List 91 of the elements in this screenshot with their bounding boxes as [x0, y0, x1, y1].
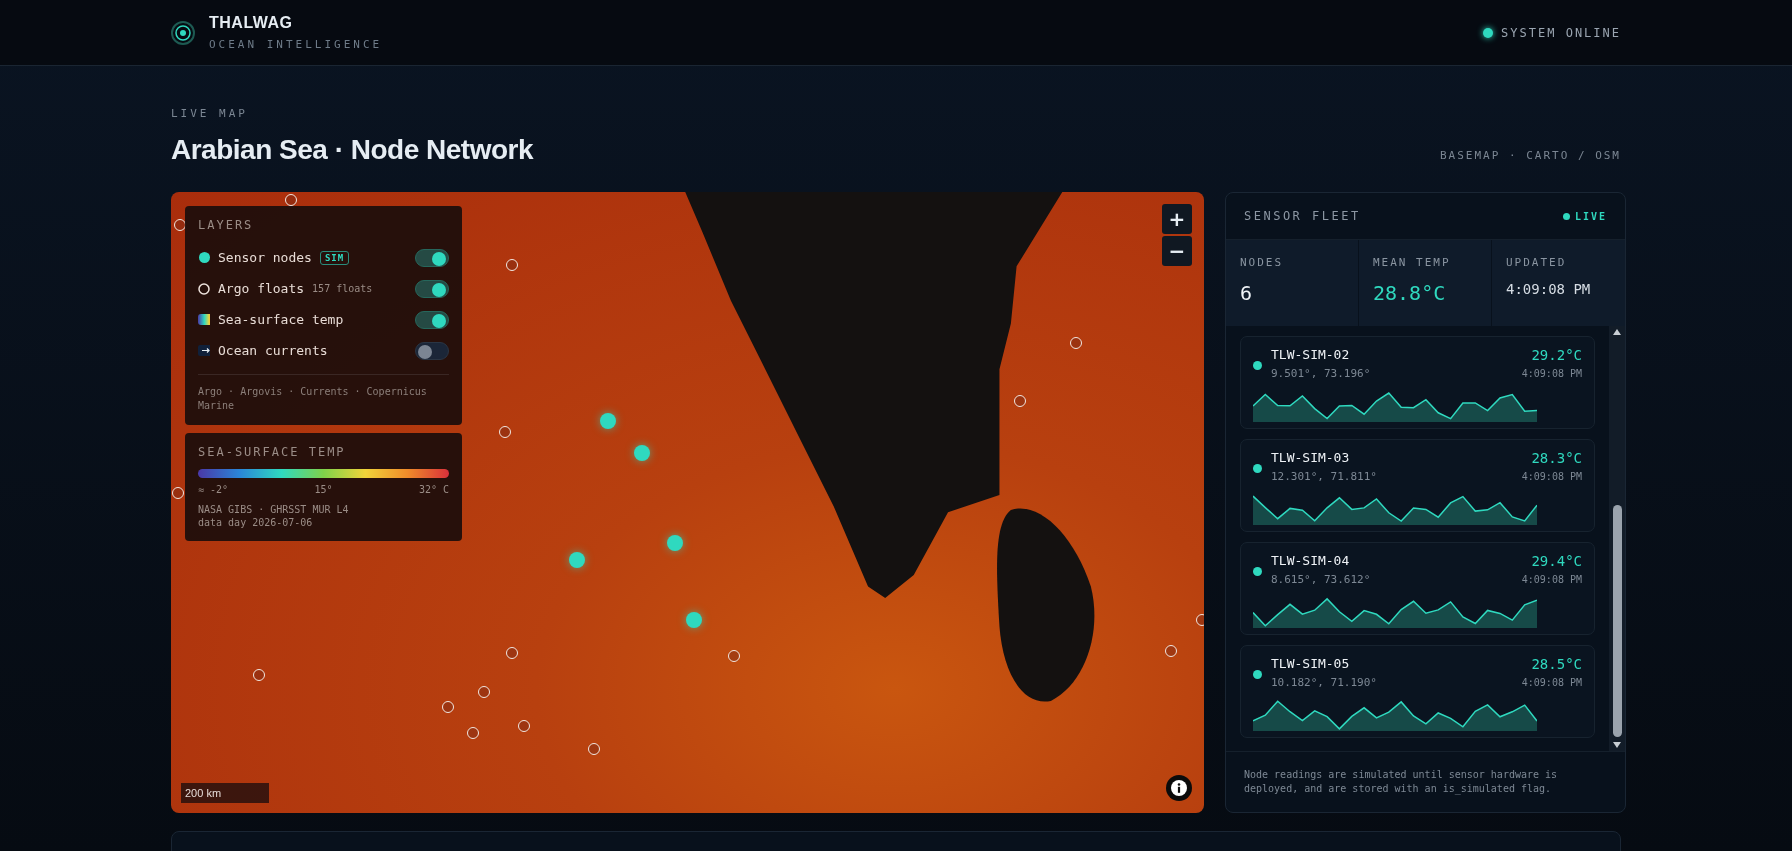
- sensor-marker[interactable]: [666, 535, 683, 552]
- stat-value: 4:09:08 PM: [1506, 281, 1592, 297]
- layer-label: Ocean currents: [218, 343, 328, 358]
- float-marker[interactable]: [587, 742, 600, 755]
- float-marker[interactable]: [498, 426, 511, 439]
- node-timestamp: 4:09:08 PM: [1521, 677, 1582, 688]
- float-marker[interactable]: [253, 668, 265, 681]
- layer-label: Sensor nodes: [218, 250, 312, 265]
- node-timestamp: 4:09:08 PM: [1521, 471, 1582, 482]
- node-timestamp: 4:09:08 PM: [1521, 574, 1582, 585]
- float-marker[interactable]: [1014, 395, 1026, 408]
- node-card[interactable]: TLW-SIM-05 10.182°, 71.190° 28.5°C 4:09:08 PM: [1240, 645, 1595, 738]
- node-temperature: 28.5°C: [1530, 656, 1582, 672]
- node-timestamp: 4:09:08 PM: [1521, 368, 1582, 379]
- sim-badge: SIM: [319, 250, 350, 265]
- node-temperature: 28.3°C: [1530, 450, 1582, 466]
- scrollbar[interactable]: [1609, 326, 1625, 751]
- scale-bar: 200 km: [181, 783, 269, 803]
- sensor-marker[interactable]: [686, 611, 703, 628]
- float-marker[interactable]: [478, 685, 491, 698]
- node-card[interactable]: TLW-SIM-02 9.501°, 73.196° 29.2°C 4:09:08 PM: [1240, 336, 1595, 429]
- node-id: TLW-SIM-02: [1271, 347, 1351, 362]
- data-date: data day 2026-07-06: [198, 516, 314, 529]
- node-id: TLW-SIM-03: [1271, 450, 1351, 465]
- layer-label: Argo floats: [218, 281, 305, 296]
- ring-icon: [198, 282, 210, 295]
- stat-label: MEAN TEMP: [1373, 256, 1452, 269]
- float-marker[interactable]: [505, 259, 518, 272]
- float-count: 157 floats: [312, 283, 373, 294]
- float-marker[interactable]: [466, 726, 479, 739]
- info-icon[interactable]: [1166, 775, 1192, 801]
- stat-value: 6: [1240, 281, 1254, 305]
- sensor-marker[interactable]: [568, 552, 585, 569]
- section-label: LIVE MAP: [171, 107, 249, 120]
- float-marker[interactable]: [1195, 613, 1204, 626]
- stat-value: 28.8°C: [1373, 281, 1447, 305]
- node-coordinates: 12.301°, 71.811°: [1271, 470, 1377, 483]
- stat-label: NODES: [1240, 256, 1285, 269]
- node-status-dot: [1253, 670, 1262, 679]
- scroll-down-icon[interactable]: [1612, 741, 1622, 749]
- sensor-marker[interactable]: [633, 444, 650, 461]
- page-title: Arabian Sea · Node Network: [171, 134, 533, 166]
- float-marker[interactable]: [1164, 644, 1177, 657]
- float-marker[interactable]: [728, 650, 741, 663]
- node-status-dot: [1253, 464, 1262, 473]
- float-marker[interactable]: [1070, 336, 1082, 349]
- simulation-note: Node readings are simulated until sensor hardware is deployed, and are stored with an is_simulated flag.: [1243, 768, 1559, 797]
- layer-toggle[interactable]: [415, 341, 449, 360]
- float-marker[interactable]: [518, 720, 531, 733]
- float-marker[interactable]: [505, 646, 518, 659]
- arrow-icon: [198, 345, 210, 356]
- float-marker[interactable]: [171, 486, 184, 499]
- scale-tick-label: 32° C: [418, 484, 449, 495]
- sensor-marker[interactable]: [599, 412, 616, 429]
- layer-toggle[interactable]: [415, 279, 449, 298]
- layer-toggle[interactable]: [415, 310, 449, 329]
- layer-label: Sea-surface temp: [218, 312, 344, 327]
- node-status-dot: [1253, 361, 1262, 370]
- node-coordinates: 8.615°, 73.612°: [1271, 573, 1371, 586]
- attribution-text: Argo · Argovis · Currents · Copernicus Marine: [198, 374, 449, 413]
- map-view[interactable]: [171, 192, 1204, 813]
- node-card[interactable]: TLW-SIM-03 12.301°, 71.811° 28.3°C 4:09:08 PM: [1240, 439, 1595, 532]
- node-id: TLW-SIM-05: [1271, 656, 1351, 671]
- node-status-dot: [1253, 567, 1262, 576]
- scroll-up-icon[interactable]: [1612, 328, 1622, 336]
- dot-icon: [198, 252, 210, 263]
- panel-title: SENSOR FLEET: [1244, 209, 1361, 223]
- zoom-in-button[interactable]: +: [1162, 204, 1192, 234]
- float-marker[interactable]: [441, 700, 454, 713]
- scale-tick-label: 15°: [314, 484, 333, 495]
- live-label: LIVE: [1574, 210, 1607, 222]
- layer-toggle[interactable]: [415, 248, 449, 267]
- brand-tagline: OCEAN INTELLIGENCE: [209, 38, 383, 51]
- node-temperature: 29.4°C: [1530, 553, 1582, 569]
- data-source: NASA GIBS · GHRSST MUR L4: [198, 503, 350, 516]
- basemap-credit: BASEMAP · CARTO / OSM: [1439, 149, 1621, 164]
- zoom-out-button[interactable]: −: [1162, 236, 1192, 266]
- node-temperature: 29.2°C: [1530, 347, 1582, 363]
- stat-label: UPDATED: [1506, 256, 1568, 269]
- node-card[interactable]: TLW-SIM-04 8.615°, 73.612° 29.4°C 4:09:08 PM: [1240, 542, 1595, 635]
- panel-title: LAYERS: [198, 218, 255, 232]
- scale-tick-label: ≈ -2°: [198, 484, 229, 495]
- node-id: TLW-SIM-04: [1271, 553, 1351, 568]
- gradient-swatch-icon: [198, 314, 210, 325]
- status-label: SYSTEM ONLINE: [1501, 25, 1621, 40]
- brand-name: THALWAG: [209, 14, 294, 32]
- node-coordinates: 9.501°, 73.196°: [1271, 367, 1371, 380]
- live-dot: [1562, 212, 1570, 220]
- logo-icon: [171, 20, 195, 45]
- node-coordinates: 10.182°, 71.190°: [1271, 676, 1377, 689]
- panel-title: SEA-SURFACE TEMP: [198, 445, 347, 459]
